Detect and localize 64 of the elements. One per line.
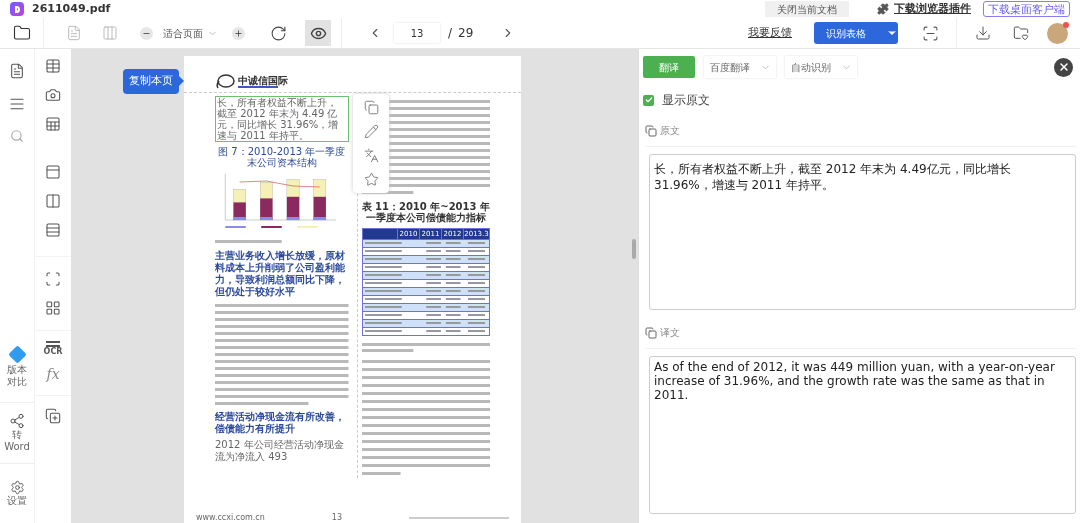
zoom-out-button[interactable] xyxy=(140,26,153,40)
close-button[interactable] xyxy=(1054,57,1073,77)
tooltip-pointer-icon xyxy=(179,76,184,87)
table-icon[interactable] xyxy=(45,58,61,74)
zoom-mode-dropdown[interactable]: 适合页面 xyxy=(163,25,218,41)
eye-button[interactable] xyxy=(305,20,331,46)
figure-title: 图 7：2010-2013 年一季度末公司资本结构 xyxy=(217,146,347,168)
engine-dropdown[interactable]: 百度翻译 xyxy=(704,56,776,78)
show-original-checkbox[interactable] xyxy=(643,94,654,106)
checkbox-label: 显示原文 xyxy=(662,92,710,109)
company-logo: 中诚信国际 xyxy=(238,75,288,86)
frame-icon[interactable] xyxy=(45,271,61,287)
pencil-icon[interactable] xyxy=(363,124,379,139)
translation-label: 译文 xyxy=(660,326,680,340)
formula-button[interactable]: fx xyxy=(46,364,60,385)
list-icon[interactable] xyxy=(9,96,25,112)
source-text-box[interactable]: 长，所有者权益不断上升，截至 2012 年末为 4.49亿元，同比增长 31.96%，增速与 2011 年持平。 xyxy=(649,154,1076,310)
scrollbar-thumb[interactable] xyxy=(632,239,636,259)
star-icon[interactable] xyxy=(363,172,379,187)
page-total: 29 xyxy=(458,25,474,42)
recognize-table-button[interactable]: 识别表格 xyxy=(814,22,898,44)
folder-icon[interactable] xyxy=(12,24,31,42)
table-grid-icon[interactable] xyxy=(45,116,61,132)
plus-icon xyxy=(234,28,243,38)
user-avatar[interactable] xyxy=(1047,22,1068,44)
file-name: 2611049.pdf xyxy=(32,0,111,17)
page-separator: / xyxy=(448,25,453,42)
logo-tagline-drawing xyxy=(238,86,278,89)
feedback-link[interactable]: 我要反馈 xyxy=(748,24,792,42)
download-icon[interactable] xyxy=(975,25,991,41)
copy-page-tooltip[interactable]: 复制本页 xyxy=(123,69,179,94)
copy-icon[interactable] xyxy=(645,124,657,137)
ocr-button[interactable]: OCR xyxy=(43,341,63,356)
section-heading: 主营业务收入增长放缓，原材料成本上升削弱了公司盈利能力，导致利润总额同比下降，但仍处于较好水平 xyxy=(215,250,346,298)
table-title: 表 11：2010 年~2013 年一季度本公司偿债能力指标 xyxy=(361,201,490,223)
page-number: 13 xyxy=(331,512,342,523)
rail-label[interactable]: 设置 xyxy=(7,495,27,507)
zoom-in-button[interactable] xyxy=(232,26,245,40)
grid-icon[interactable] xyxy=(45,300,61,316)
close-document-button[interactable]: 关闭当前文档 xyxy=(765,1,849,17)
highlighted-text[interactable]: 长，所有者权益不断上升，截至 2012 年末为 4.49 亿元，同比增长 31.96%，增速与 2011 年持平。 xyxy=(215,96,349,142)
plugin-download-link[interactable]: 下载浏览器插件 xyxy=(894,0,971,18)
share-nodes-icon xyxy=(9,413,25,429)
puzzle-icon xyxy=(877,3,889,15)
close-icon xyxy=(1057,61,1070,73)
translate-icon[interactable] xyxy=(363,148,379,163)
translation-text-box[interactable]: As of the end of 2012, it was 449 million yuan, with a year-on-year increase of 31.96%, and the growth rate was the same as that in 2011. xyxy=(649,356,1076,514)
settings-icon xyxy=(9,480,25,495)
paragraph-line: 2012 年公司经营活动净现金流为净流入 493 xyxy=(215,439,345,463)
language-dropdown[interactable]: 自动识别 xyxy=(785,56,857,78)
client-download-button[interactable]: 下载桌面客户端 xyxy=(983,1,1070,17)
camera-icon[interactable] xyxy=(45,87,61,103)
document-icon[interactable] xyxy=(9,63,25,79)
section-heading: 经营活动净现金流有所改善，偿债能力有所提升 xyxy=(215,411,346,435)
page-number-field[interactable]: 13 xyxy=(394,23,440,43)
copy-icon[interactable] xyxy=(645,326,657,339)
copy-plus-icon[interactable] xyxy=(45,408,61,424)
source-label: 原文 xyxy=(660,124,680,138)
rail-label[interactable]: 转Word xyxy=(2,429,32,453)
copy-icon[interactable] xyxy=(363,100,379,115)
text-lines-drawing xyxy=(215,238,282,246)
rotate-icon[interactable] xyxy=(270,24,287,42)
footer-url: www.ccxi.com.cn xyxy=(196,512,265,523)
rail-label[interactable]: 版本对比 xyxy=(5,364,29,388)
